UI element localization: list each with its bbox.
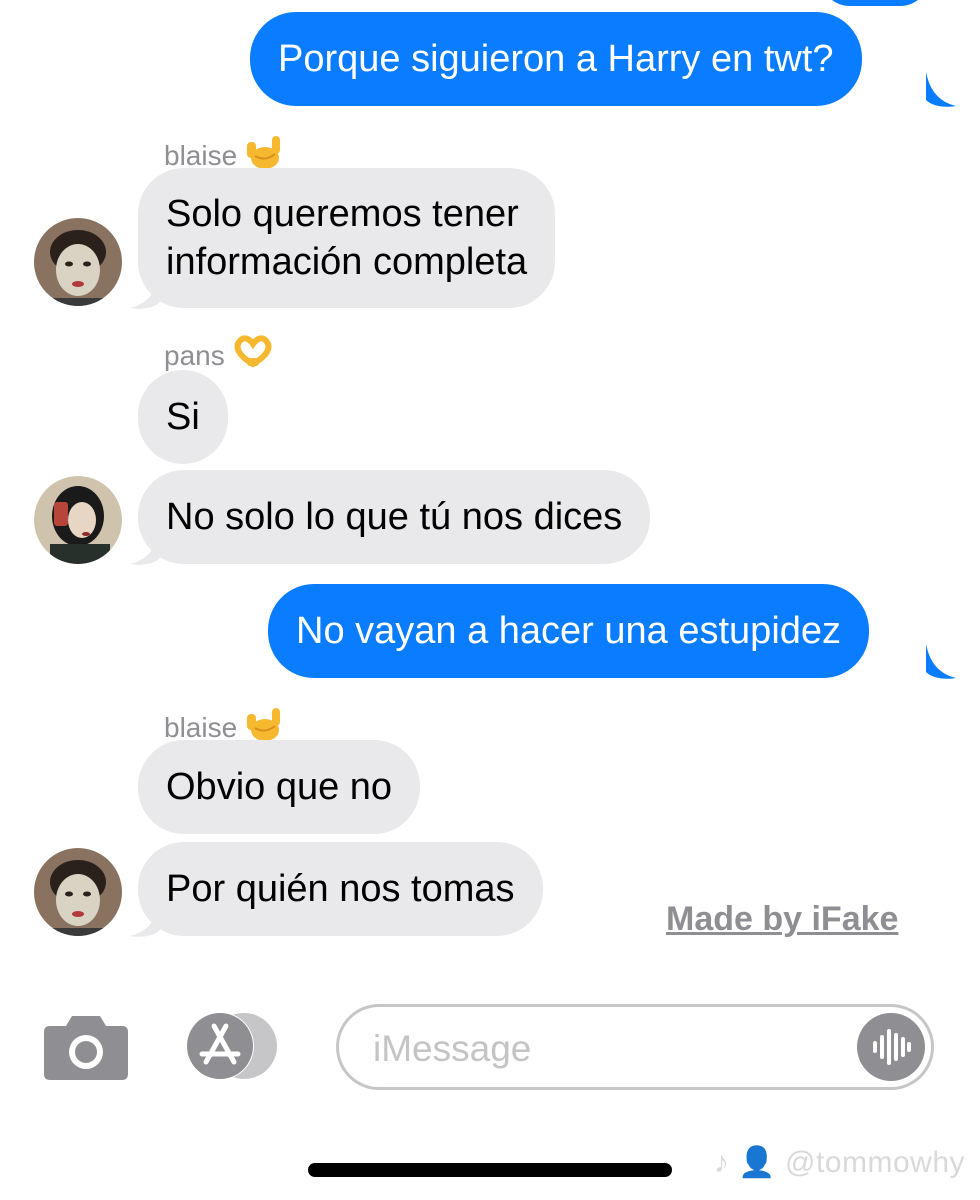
incoming-message-bubble[interactable]: Obvio que no xyxy=(138,740,421,834)
message-text: No vayan a hacer una estupidez xyxy=(296,610,842,652)
message-text: Obvio que no xyxy=(166,766,393,808)
message-text: No solo lo que tú nos dices xyxy=(166,496,623,538)
bubble-tail xyxy=(130,274,160,309)
previous-outgoing-bubble-edge xyxy=(820,0,930,6)
incoming-message-bubble[interactable]: Por quién nos tomas xyxy=(138,842,543,936)
message-text: Si xyxy=(166,396,200,438)
tiktok-logo-icon: ♪ xyxy=(714,1146,730,1179)
message-input-placeholder: iMessage xyxy=(373,1028,532,1069)
incoming-message-bubble[interactable]: Si xyxy=(138,370,228,464)
camera-icon[interactable] xyxy=(44,1012,128,1085)
user-icon: 👤 xyxy=(738,1146,777,1179)
incoming-message-bubble[interactable]: Solo queremos tener información completa xyxy=(138,168,556,308)
tiktok-watermark: ♪ 👤 @tommowhy xyxy=(714,1146,966,1179)
outgoing-message-bubble[interactable]: Porque siguieron a Harry en twt? xyxy=(250,12,862,106)
audio-message-button[interactable] xyxy=(857,1013,925,1081)
avatar[interactable] xyxy=(34,218,122,306)
home-indicator[interactable] xyxy=(308,1163,672,1177)
bubble-tail xyxy=(926,644,956,679)
audio-waveform-icon xyxy=(873,1029,911,1065)
made-by-watermark: Made by iFake xyxy=(666,900,899,938)
message-text-line: información completa xyxy=(166,241,528,283)
bubble-tail xyxy=(926,72,956,107)
bubble-tail xyxy=(130,530,160,565)
avatar[interactable] xyxy=(34,476,122,564)
message-input[interactable]: iMessage xyxy=(336,1004,934,1090)
incoming-message-bubble[interactable]: No solo lo que tú nos dices xyxy=(138,470,651,564)
heart-hands-icon xyxy=(231,334,275,377)
app-store-icon[interactable] xyxy=(184,1010,282,1087)
outgoing-message-bubble[interactable]: No vayan a hacer una estupidez xyxy=(268,584,870,678)
message-text-line: Solo queremos tener xyxy=(166,193,519,235)
message-text: Por quién nos tomas xyxy=(166,868,515,910)
bubble-tail xyxy=(130,902,160,937)
message-text: Porque siguieron a Harry en twt? xyxy=(278,38,834,80)
avatar[interactable] xyxy=(34,848,122,936)
